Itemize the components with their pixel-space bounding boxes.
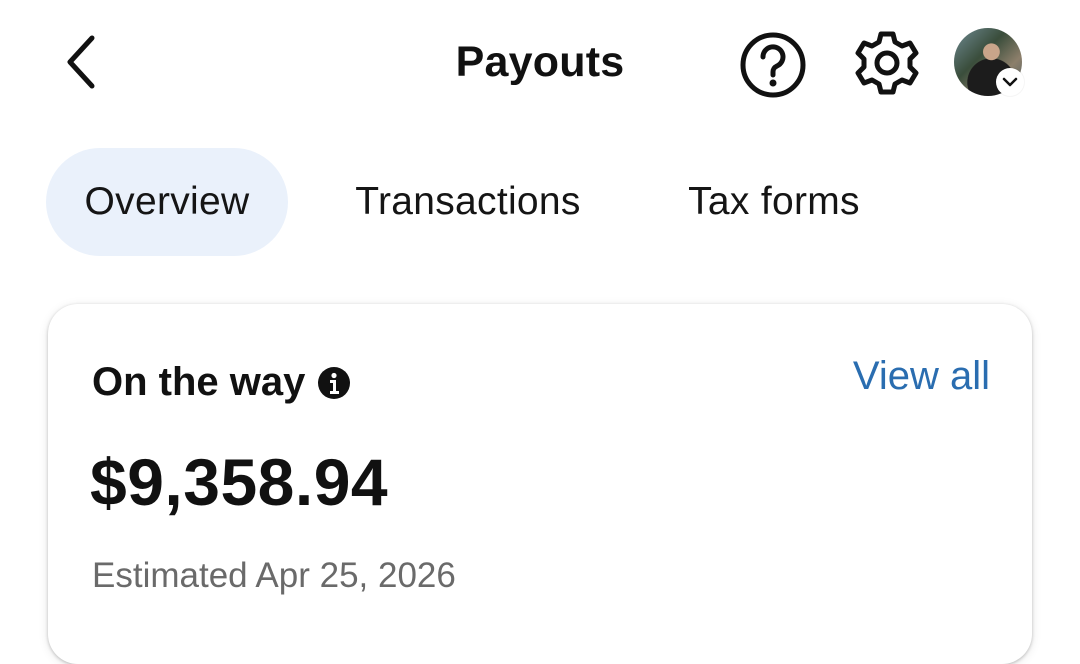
account-avatar-button[interactable] bbox=[954, 28, 1026, 100]
chevron-down-icon bbox=[1002, 77, 1018, 87]
gear-icon bbox=[855, 31, 919, 95]
settings-button[interactable] bbox=[852, 28, 922, 98]
tab-transactions[interactable]: Transactions bbox=[312, 148, 624, 256]
question-circle-icon bbox=[740, 32, 806, 98]
payout-amount: $9,358.94 bbox=[90, 445, 389, 519]
info-icon[interactable] bbox=[317, 366, 351, 400]
avatar-dropdown-badge bbox=[996, 68, 1024, 96]
estimated-date: Estimated Apr 25, 2026 bbox=[92, 556, 456, 595]
card-heading: On the way bbox=[92, 360, 351, 405]
on-the-way-card: On the way View all $9,358.94 Estimated … bbox=[48, 304, 1032, 664]
card-title: On the way bbox=[92, 360, 306, 404]
app-header: Payouts bbox=[0, 0, 1080, 130]
tab-overview[interactable]: Overview bbox=[46, 148, 288, 256]
tab-tax-forms[interactable]: Tax forms bbox=[648, 148, 900, 256]
view-all-link[interactable]: View all bbox=[853, 354, 990, 399]
help-button[interactable] bbox=[738, 30, 808, 100]
